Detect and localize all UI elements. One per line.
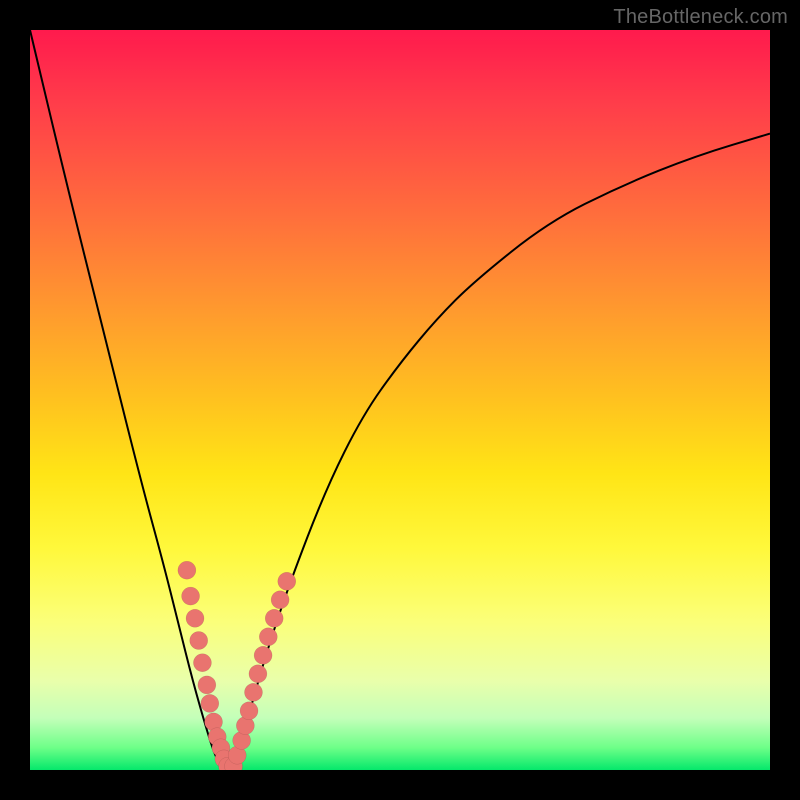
bottleneck-chart-svg <box>30 30 770 770</box>
bead-marker <box>254 646 272 664</box>
bead-marker <box>240 702 258 720</box>
bead-marker <box>259 628 277 646</box>
bead-cluster-left <box>178 561 237 770</box>
watermark-text: TheBottleneck.com <box>613 6 788 29</box>
bead-marker <box>178 561 196 579</box>
bead-marker <box>190 632 208 650</box>
bead-marker <box>249 665 267 683</box>
bead-marker <box>271 591 289 609</box>
bead-marker <box>198 676 216 694</box>
plot-area <box>30 30 770 770</box>
bead-marker <box>278 572 296 590</box>
bead-marker <box>186 609 204 627</box>
bead-marker <box>182 587 200 605</box>
bead-marker <box>265 609 283 627</box>
bead-marker <box>193 654 211 672</box>
bead-cluster-right <box>225 572 296 770</box>
chart-frame: TheBottleneck.com <box>0 0 800 800</box>
curve-right-branch <box>230 134 770 770</box>
bead-marker <box>201 694 219 712</box>
bead-marker <box>244 683 262 701</box>
